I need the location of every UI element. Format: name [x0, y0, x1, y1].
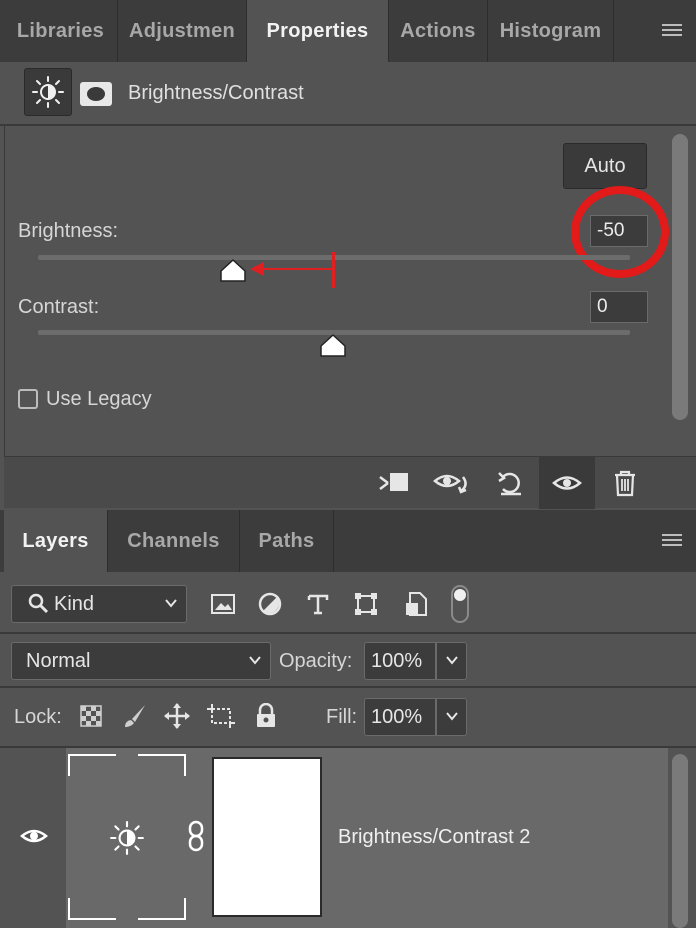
annotation-origin-tick: [332, 252, 335, 288]
lock-position-icon[interactable]: [163, 702, 191, 730]
fill-field[interactable]: 100%: [364, 698, 436, 736]
lock-all-icon[interactable]: [252, 702, 280, 730]
tab-adjustments[interactable]: Adjustmen: [118, 0, 247, 62]
tab-label: Libraries: [16, 19, 105, 42]
layer-visibility-eye-icon[interactable]: [20, 826, 48, 846]
fill-dropdown-button[interactable]: [436, 698, 467, 736]
properties-scroll-thumb[interactable]: [672, 134, 688, 420]
layers-scrollbar[interactable]: [668, 748, 696, 928]
adjustment-filter-icon[interactable]: [256, 590, 284, 618]
contrast-slider-thumb[interactable]: [320, 334, 346, 358]
auto-button[interactable]: Auto: [563, 143, 647, 189]
layer-mask-thumbnail[interactable]: [212, 757, 322, 917]
image-filter-icon[interactable]: [209, 590, 237, 618]
layer-name[interactable]: Brightness/Contrast 2: [338, 826, 530, 849]
visibility-eye-icon[interactable]: [539, 457, 595, 509]
tab-layers[interactable]: Layers: [4, 510, 108, 572]
panel-menu-icon[interactable]: [662, 24, 682, 38]
tab-histogram[interactable]: Histogram: [488, 0, 614, 62]
brightness-contrast-icon: [110, 821, 144, 855]
use-legacy-checkbox[interactable]: [18, 389, 38, 409]
opacity-dropdown-button[interactable]: [436, 642, 467, 680]
lock-pixels-icon[interactable]: [121, 702, 149, 730]
brightness-contrast-icon[interactable]: [24, 68, 72, 116]
annotation-arrow: [256, 268, 334, 270]
properties-header: Brightness/Contrast: [0, 62, 696, 126]
tab-label: Layers: [22, 529, 89, 552]
type-filter-icon[interactable]: [304, 590, 332, 618]
tab-label: Paths: [258, 529, 315, 552]
properties-title: Brightness/Contrast: [128, 82, 304, 104]
trash-icon[interactable]: [597, 457, 653, 509]
lock-transparent-icon[interactable]: [77, 702, 105, 730]
adjustment-layer-thumbnail[interactable]: [68, 754, 186, 920]
lock-label: Lock:: [14, 706, 62, 728]
brightness-label: Brightness:: [18, 220, 119, 242]
blend-mode-value: Normal: [26, 649, 91, 672]
layer-mask-icon[interactable]: [80, 82, 112, 106]
smart-object-filter-icon[interactable]: [402, 590, 430, 618]
filter-kind-label: Kind: [54, 592, 95, 615]
tab-properties[interactable]: Properties: [247, 0, 389, 62]
lock-artboard-icon[interactable]: [207, 702, 235, 730]
tab-paths[interactable]: Paths: [240, 510, 334, 572]
tab-label: Adjustmen: [128, 19, 236, 42]
opacity-field[interactable]: 100%: [364, 642, 436, 680]
chevron-down-icon: [249, 656, 261, 665]
blend-mode-select[interactable]: Normal: [11, 642, 271, 680]
contrast-label: Contrast:: [18, 296, 100, 318]
tab-actions[interactable]: Actions: [389, 0, 488, 62]
tab-label: Histogram: [499, 19, 602, 42]
tab-libraries[interactable]: Libraries: [4, 0, 118, 62]
chevron-down-icon: [446, 656, 458, 665]
annotation-arrowhead: [250, 262, 264, 276]
reset-icon[interactable]: [482, 457, 538, 509]
filter-kind-select[interactable]: Kind: [11, 585, 187, 623]
chevron-down-icon: [165, 599, 177, 608]
properties-footer: [4, 456, 696, 509]
tab-label: Properties: [266, 19, 369, 42]
opacity-value: 100%: [371, 649, 423, 672]
layers-tabbar: Layers Channels Paths: [0, 510, 696, 572]
chevron-down-icon: [446, 712, 458, 721]
tab-channels[interactable]: Channels: [108, 510, 240, 572]
annotation-circle: [571, 186, 669, 278]
fill-label: Fill:: [326, 706, 358, 728]
link-icon[interactable]: [186, 820, 206, 852]
search-icon: [28, 593, 49, 614]
tab-label: Channels: [127, 529, 220, 552]
clip-to-layer-icon[interactable]: [366, 457, 422, 509]
contrast-value-field[interactable]: 0: [590, 291, 648, 323]
tab-label: Actions: [400, 19, 476, 42]
fill-value: 100%: [371, 705, 423, 728]
brightness-slider-thumb[interactable]: [220, 259, 246, 283]
shape-filter-icon[interactable]: [352, 590, 380, 618]
filter-toggle[interactable]: [451, 585, 469, 623]
view-previous-state-icon[interactable]: [424, 457, 480, 509]
use-legacy-label: Use Legacy: [46, 388, 152, 410]
layers-panel-menu-icon[interactable]: [662, 534, 682, 548]
properties-tabbar: Libraries Adjustmen Properties Actions H…: [0, 0, 696, 62]
opacity-label: Opacity:: [279, 650, 353, 672]
